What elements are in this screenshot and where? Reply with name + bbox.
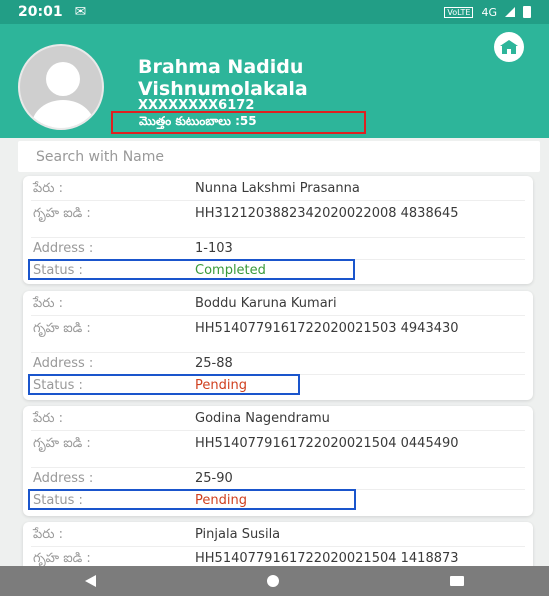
status-value: Pending [195, 493, 247, 508]
address-value: 25-88 [195, 356, 233, 371]
address-label: Address : [33, 356, 94, 371]
home-icon [500, 40, 518, 54]
battery-icon [523, 6, 531, 18]
address-value: 1-103 [195, 241, 233, 256]
name-label: పేరు : [33, 411, 63, 426]
volunteer-name: Brahma Nadidu Vishnumolakala [138, 56, 308, 100]
status-label: Status : [33, 263, 83, 278]
house-id-label: గృహ ఐడి : [33, 206, 91, 221]
home-nav-icon[interactable] [266, 575, 279, 587]
system-navigation-bar [0, 566, 549, 596]
address-value: 25-90 [195, 471, 233, 486]
household-card[interactable]: పేరు : Boddu Karuna Kumari గృహ ఐడి : HH5… [23, 291, 533, 400]
name-value: Boddu Karuna Kumari [195, 296, 337, 311]
house-id-value: HH3121203882342020022008 4838645 [195, 206, 459, 221]
house-id-label: గృహ ఐడి : [33, 321, 91, 336]
name-value: Godina Nagendramu [195, 411, 330, 426]
status-bar: 20:01 ✉ VoLTE 4G [0, 0, 549, 24]
message-icon: ✉ [74, 4, 87, 20]
house-id-value: HH5140779161722020021504 0445490 [195, 436, 459, 451]
house-id-value: HH5140779161722020021504 1418873 [195, 551, 459, 566]
household-card[interactable]: పేరు : Nunna Lakshmi Prasanna గృహ ఐడి : … [23, 176, 533, 284]
network-type: 4G [481, 5, 497, 19]
household-card[interactable]: పేరు : Godina Nagendramu గృహ ఐడి : HH514… [23, 406, 533, 516]
back-icon[interactable] [85, 575, 97, 587]
search-input[interactable]: Search with Name [18, 141, 540, 172]
home-button[interactable] [494, 32, 524, 62]
address-label: Address : [33, 471, 94, 486]
name-value: Pinjala Susila [195, 527, 281, 542]
signal-icon [505, 7, 515, 17]
volte-badge: VoLTE [444, 6, 474, 18]
address-label: Address : [33, 241, 94, 256]
name-label: పేరు : [33, 296, 63, 311]
house-id-value: HH5140779161722020021503 4943430 [195, 321, 459, 336]
name-label: పేరు : [33, 181, 63, 196]
clock: 20:01 [18, 4, 63, 20]
status-value: Pending [195, 378, 247, 393]
avatar [18, 44, 104, 130]
recent-apps-icon[interactable] [449, 576, 464, 586]
name-value: Nunna Lakshmi Prasanna [195, 181, 360, 196]
name-label: పేరు : [33, 527, 63, 542]
households-count: మొత్తం కుటుంబాలు :55 [111, 111, 366, 134]
status-label: Status : [33, 378, 83, 393]
status-label: Status : [33, 493, 83, 508]
status-value: Completed [195, 263, 266, 278]
house-id-label: గృహ ఐడి : [33, 436, 91, 451]
